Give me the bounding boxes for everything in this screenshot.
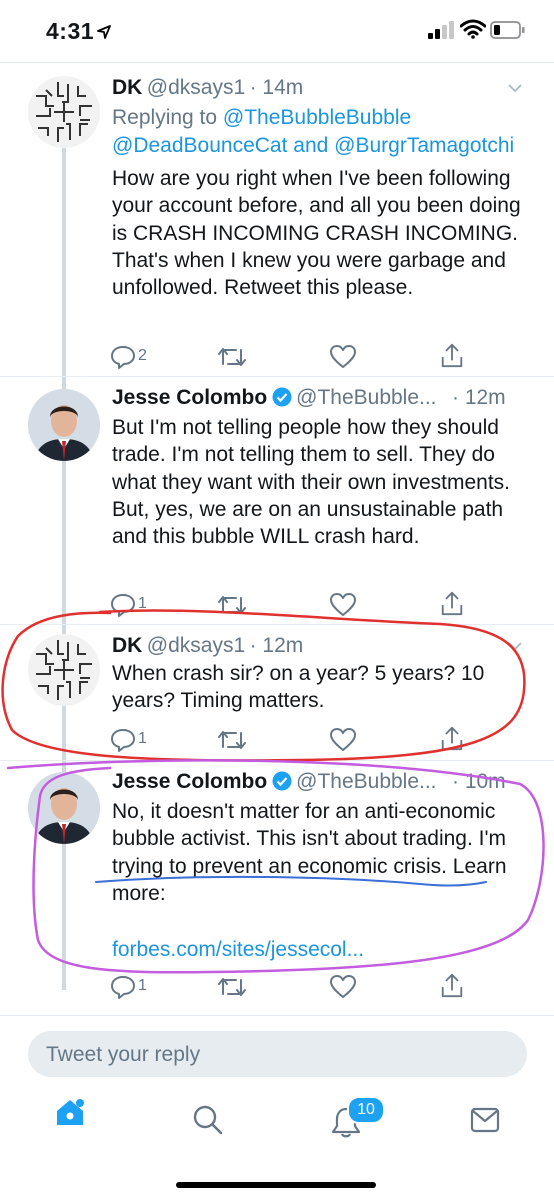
home-indicator[interactable] bbox=[176, 1182, 376, 1188]
annotation-overlay bbox=[1, 609, 545, 974]
messages-envelope-icon[interactable] bbox=[470, 1106, 500, 1134]
reply-compose-box[interactable] bbox=[28, 1031, 527, 1079]
notifications-badge: 10 bbox=[347, 1096, 385, 1124]
blue-underline-annotation bbox=[95, 875, 487, 887]
home-icon[interactable] bbox=[54, 1096, 86, 1128]
search-icon[interactable] bbox=[192, 1104, 224, 1136]
purple-circle-annotation bbox=[6, 759, 545, 974]
compose-divider bbox=[0, 1015, 554, 1016]
red-circle-annotation bbox=[1, 609, 526, 762]
reply-input[interactable] bbox=[44, 1031, 518, 1079]
